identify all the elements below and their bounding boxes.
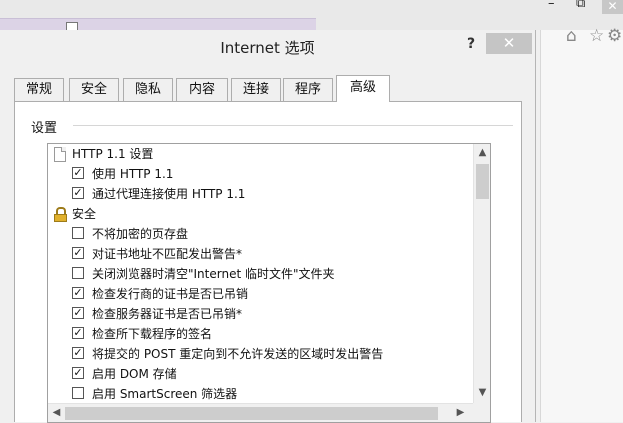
tab-connections[interactable]: 连接	[231, 78, 281, 101]
list-item-label: 检查服务器证书是否已吊销*	[92, 307, 243, 321]
list-item-label: 启用 SmartScreen 筛选器	[92, 387, 238, 401]
list-header-label: 安全	[72, 207, 97, 221]
settings-list[interactable]: HTTP 1.1 设置 ✓ 使用 HTTP 1.1 ✓ 通过代理连接使用 HTT…	[47, 143, 491, 423]
checkbox[interactable]: ✓	[72, 327, 84, 339]
checkbox[interactable]	[72, 227, 84, 239]
scroll-up-icon[interactable]: ▲	[474, 147, 490, 158]
horizontal-scroll-thumb[interactable]	[65, 407, 438, 420]
tab-programs[interactable]: 程序	[283, 78, 333, 101]
browser-page-area	[540, 30, 623, 422]
scroll-right-icon[interactable]: ▶	[452, 407, 469, 418]
checkbox[interactable]	[72, 387, 84, 399]
scroll-down-icon[interactable]: ▼	[474, 387, 490, 398]
vertical-scrollbar[interactable]: ▲ ▼	[473, 144, 490, 403]
checkbox[interactable]: ✓	[72, 167, 84, 179]
list-item-label: 检查所下载程序的签名	[92, 327, 213, 341]
list-item-label: 通过代理连接使用 HTTP 1.1	[92, 187, 246, 201]
list-item-label: 将提交的 POST 重定向到不允许发送的区域时发出警告	[92, 347, 384, 361]
settings-group-label: 设置	[31, 121, 58, 136]
checkbox[interactable]: ✓	[72, 307, 84, 319]
help-button[interactable]: ?	[460, 34, 482, 54]
dialog-title: Internet 选项	[220, 39, 315, 57]
group-divider	[73, 125, 513, 126]
vertical-scroll-thumb[interactable]	[476, 164, 489, 199]
dialog-close-button[interactable]: ✕	[486, 33, 532, 54]
list-item-label: 对证书地址不匹配发出警告*	[92, 247, 243, 261]
minimize-button[interactable]: –	[548, 0, 555, 11]
list-item-label: 不将加密的页存盘	[92, 227, 189, 241]
gear-icon[interactable]: ⚙	[607, 26, 622, 46]
horizontal-scrollbar[interactable]: ◀ ▶	[48, 403, 473, 422]
advanced-tab-panel: 设置 HTTP 1.1 设置 ✓ 使用 HTTP 1.1 ✓ 通过代理连接使用 …	[14, 101, 522, 423]
checkbox[interactable]: ✓	[72, 247, 84, 259]
scrollbar-corner	[473, 403, 490, 422]
window-close-button[interactable]: ✕	[602, 0, 623, 14]
list-item-label: 关闭浏览器时清空"Internet 临时文件"文件夹	[92, 267, 335, 281]
checkbox[interactable]: ✓	[72, 367, 84, 379]
list-header-label: HTTP 1.1 设置	[72, 147, 154, 161]
tab-content[interactable]: 内容	[176, 78, 228, 101]
tab-advanced[interactable]: 高级	[336, 75, 390, 102]
star-icon[interactable]: ☆	[589, 26, 604, 46]
tab-privacy[interactable]: 隐私	[123, 78, 173, 101]
checkbox[interactable]	[72, 267, 84, 279]
tab-security[interactable]: 安全	[69, 78, 119, 101]
checkbox[interactable]: ✓	[72, 347, 84, 359]
list-item-label: 使用 HTTP 1.1	[92, 167, 174, 181]
checkbox[interactable]: ✓	[72, 187, 84, 199]
checkbox[interactable]: ✓	[72, 287, 84, 299]
document-icon	[54, 147, 66, 162]
list-item-label: 启用 DOM 存储	[92, 367, 177, 381]
tab-general[interactable]: 常规	[14, 78, 64, 101]
scroll-left-icon[interactable]: ◀	[48, 407, 65, 418]
restore-button[interactable]: ⧉	[576, 0, 585, 11]
list-item-label: 检查发行商的证书是否已吊销	[92, 287, 249, 301]
lock-icon	[53, 207, 67, 222]
internet-options-dialog: Internet 选项 ? ✕ 常规 安全 隐私 内容 连接 程序 高级 设置 …	[0, 30, 536, 423]
home-icon[interactable]: ⌂	[566, 26, 577, 46]
